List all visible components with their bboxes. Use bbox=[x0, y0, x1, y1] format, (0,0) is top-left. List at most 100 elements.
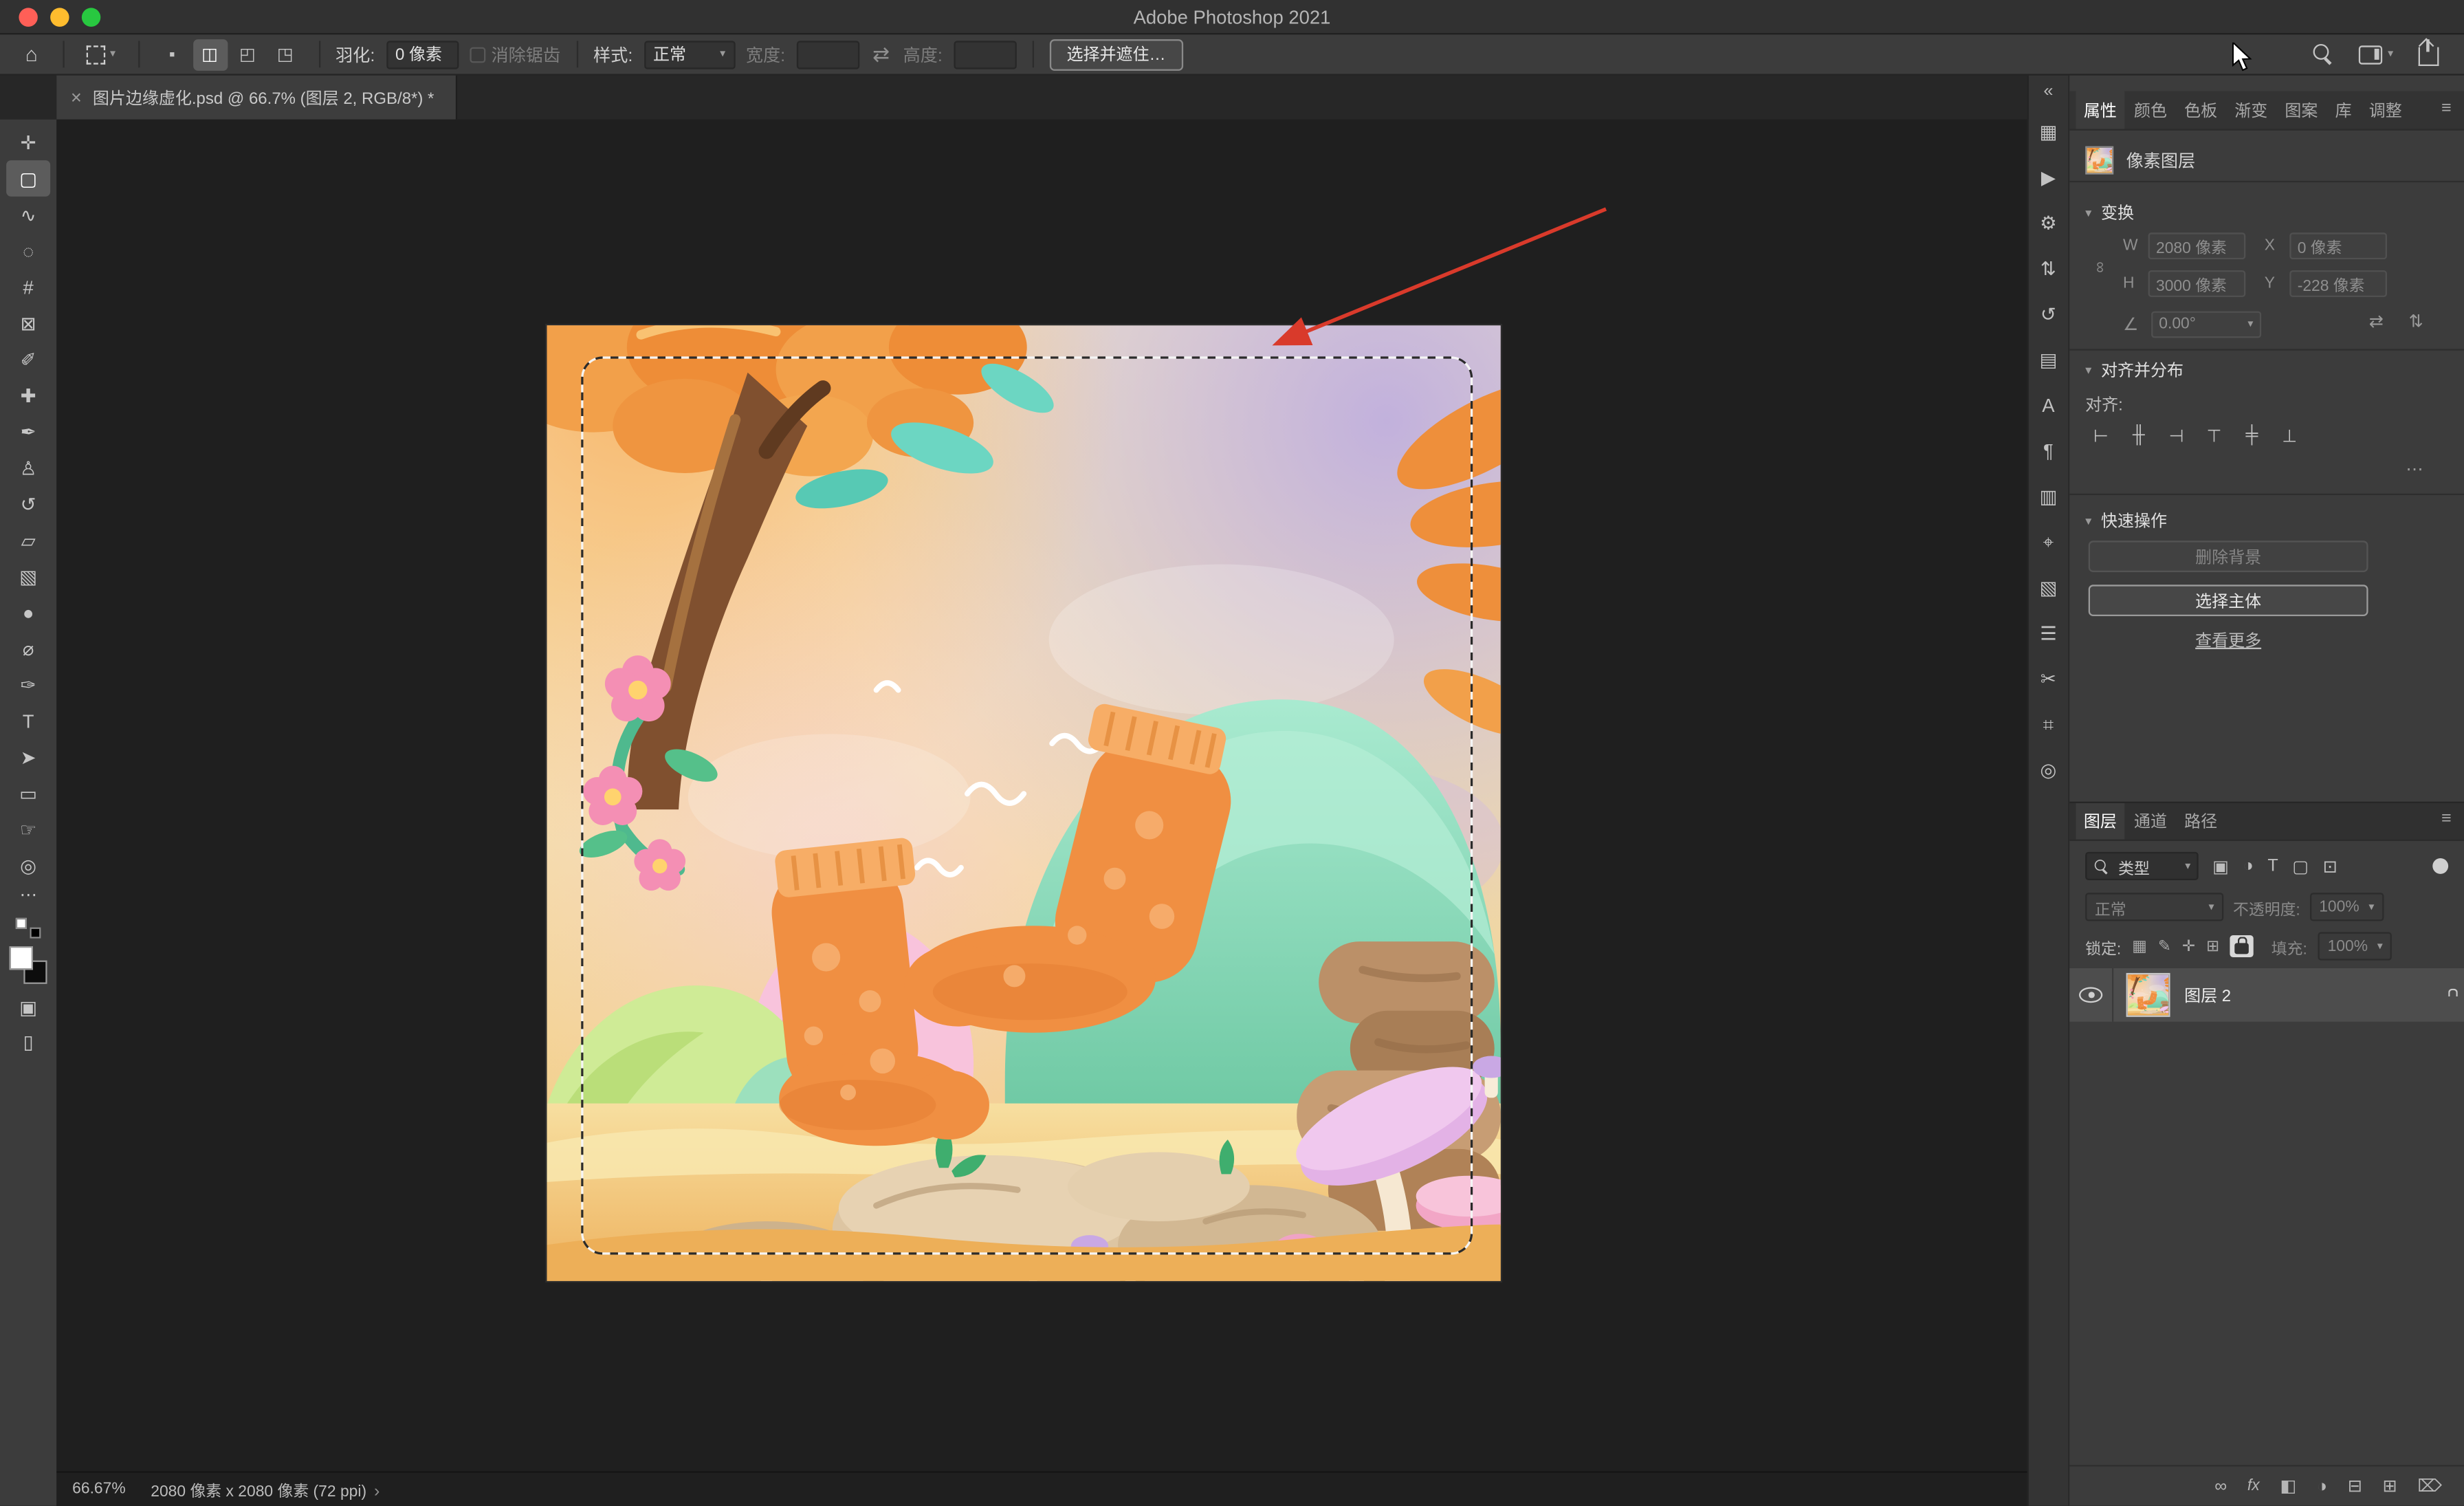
tab-color[interactable]: 颜色 bbox=[2126, 91, 2175, 129]
gradient-tool[interactable]: ▧ bbox=[6, 558, 50, 594]
status-chevron-icon[interactable]: › bbox=[374, 1482, 380, 1500]
style-select[interactable]: 正常 ▾ bbox=[644, 40, 735, 68]
filter-type-select[interactable]: 类型 ▾ bbox=[2085, 852, 2199, 880]
link-layers-icon[interactable]: ∞ bbox=[2214, 1476, 2227, 1495]
foreground-color-swatch[interactable] bbox=[10, 946, 33, 970]
character-panel-icon[interactable]: A bbox=[2031, 389, 2065, 423]
edit-toolbar-icon[interactable]: ⋯ bbox=[20, 885, 37, 910]
dodge-tool[interactable]: ⌀ bbox=[6, 631, 50, 667]
layers-panel-menu-icon[interactable]: ≡ bbox=[2441, 809, 2454, 828]
tab-swatches[interactable]: 色板 bbox=[2177, 91, 2225, 129]
screen-mode-icon[interactable]: ▯ bbox=[6, 1025, 50, 1059]
antialias-checkbox[interactable] bbox=[469, 46, 485, 62]
libraries-panel-icon[interactable]: ◎ bbox=[2031, 753, 2065, 787]
adjustments-panel-icon[interactable]: ⚙ bbox=[2031, 206, 2065, 240]
path-selection-tool[interactable]: ➤ bbox=[6, 739, 50, 775]
lock-artboard-icon[interactable]: ⊞ bbox=[2206, 937, 2219, 954]
tab-channels[interactable]: 通道 bbox=[2126, 803, 2175, 840]
search-icon[interactable] bbox=[2314, 44, 2335, 65]
workspace-switcher[interactable]: ▾ bbox=[2360, 45, 2393, 63]
zoom-level[interactable]: 66.67% bbox=[72, 1481, 126, 1498]
object-selection-tool[interactable]: ◌ bbox=[6, 232, 50, 269]
eyedropper-tool[interactable]: ✐ bbox=[6, 341, 50, 378]
layer-row[interactable]: 图层 2 bbox=[2069, 968, 2464, 1022]
layer-mask-icon[interactable]: ◧ bbox=[2280, 1476, 2296, 1496]
zoom-tool[interactable]: ◎ bbox=[6, 847, 50, 884]
add-selection-mode-button[interactable]: ◫ bbox=[192, 39, 227, 70]
opacity-field[interactable]: 100% ▾ bbox=[2309, 893, 2384, 921]
fill-field[interactable]: 100% ▾ bbox=[2318, 932, 2392, 960]
lock-transparency-icon[interactable]: ▦ bbox=[2132, 937, 2147, 954]
align-left-icon[interactable]: ⊢ bbox=[2085, 422, 2117, 450]
filter-type-icon[interactable]: T bbox=[2267, 856, 2278, 877]
select-and-mask-button[interactable]: 选择并遮住… bbox=[1049, 39, 1182, 70]
hand-tool[interactable]: ☞ bbox=[6, 811, 50, 847]
filter-toggle-icon[interactable] bbox=[2432, 858, 2448, 874]
layer-name[interactable]: 图层 2 bbox=[2184, 983, 2231, 1007]
timeline-panel-icon[interactable]: ⇅ bbox=[2031, 252, 2065, 286]
height-input[interactable] bbox=[954, 40, 1016, 68]
filter-adjustment-icon[interactable]: ◑ bbox=[2243, 856, 2254, 877]
remove-background-button[interactable]: 删除背景 bbox=[2089, 541, 2368, 572]
share-icon[interactable] bbox=[2419, 47, 2439, 66]
delete-layer-icon[interactable]: ⌦ bbox=[2417, 1476, 2442, 1496]
adjustment-layer-icon[interactable]: ◑ bbox=[2317, 1476, 2327, 1495]
lock-move-icon[interactable]: ✛ bbox=[2182, 937, 2195, 954]
lock-all-button[interactable] bbox=[2230, 935, 2254, 957]
filter-pixel-icon[interactable]: ▣ bbox=[2212, 856, 2229, 877]
blur-tool[interactable]: ● bbox=[6, 594, 50, 631]
panel-menu-icon[interactable]: ≡ bbox=[2441, 99, 2454, 118]
select-subject-button[interactable]: 选择主体 bbox=[2089, 585, 2368, 616]
align-top-icon[interactable]: ⊤ bbox=[2199, 422, 2230, 450]
info-panel-icon[interactable]: ▧ bbox=[2031, 571, 2065, 605]
zoom-window-button[interactable] bbox=[82, 8, 100, 26]
healing-brush-tool[interactable]: ✚ bbox=[6, 378, 50, 414]
rotation-field[interactable]: 0.00° ▾ bbox=[2151, 312, 2261, 338]
transform-section-header[interactable]: ▾ 变换 bbox=[2085, 201, 2134, 225]
y-value-field[interactable]: -228 像素 bbox=[2289, 270, 2387, 297]
tab-gradients[interactable]: 渐变 bbox=[2227, 91, 2276, 129]
document-image[interactable] bbox=[547, 325, 1500, 1281]
actions-panel-icon[interactable]: ▶ bbox=[2031, 160, 2065, 195]
document-tab[interactable]: × 图片边缘虚化.psd @ 66.7% (图层 2, RGB/8*) * bbox=[56, 76, 457, 120]
new-layer-icon[interactable]: ⊞ bbox=[2383, 1476, 2397, 1496]
paragraph-panel-icon[interactable]: ¶ bbox=[2031, 434, 2065, 468]
measure-log-panel-icon[interactable]: ⌗ bbox=[2031, 708, 2065, 742]
antialias-control[interactable]: 消除锯齿 bbox=[469, 42, 560, 67]
clone-source-panel-icon[interactable]: ▥ bbox=[2031, 479, 2065, 514]
rectangle-tool[interactable]: ▭ bbox=[6, 775, 50, 811]
navigator-panel-icon[interactable]: ⌖ bbox=[2031, 525, 2065, 559]
current-tool-dropdown[interactable]: ▾ bbox=[80, 42, 122, 67]
see-more-link[interactable]: 查看更多 bbox=[2069, 629, 2387, 652]
crop-tool[interactable]: # bbox=[6, 269, 50, 305]
layer-thumbnail[interactable] bbox=[2126, 973, 2170, 1017]
minimize-window-button[interactable] bbox=[50, 8, 69, 26]
layer-effects-icon[interactable]: fx bbox=[2247, 1478, 2260, 1495]
color-panel-icon[interactable]: ▦ bbox=[2031, 115, 2065, 149]
blend-mode-select[interactable]: 正常 ▾ bbox=[2085, 893, 2223, 921]
width-value-field[interactable]: 2080 像素 bbox=[2148, 232, 2246, 259]
lock-paint-icon[interactable]: ✎ bbox=[2158, 937, 2171, 954]
clone-stamp-tool[interactable]: ♙ bbox=[6, 450, 50, 486]
tab-libraries[interactable]: 库 bbox=[2327, 91, 2360, 129]
tab-patterns[interactable]: 图案 bbox=[2277, 91, 2326, 129]
tab-properties[interactable]: 属性 bbox=[2076, 91, 2124, 129]
filter-smart-object-icon[interactable]: ⊡ bbox=[2323, 856, 2338, 877]
new-selection-mode-button[interactable]: ▪ bbox=[155, 39, 189, 70]
width-input[interactable] bbox=[796, 40, 859, 68]
align-section-header[interactable]: ▾ 对齐并分布 bbox=[2085, 358, 2184, 382]
pen-tool[interactable]: ✑ bbox=[6, 666, 50, 703]
home-icon[interactable]: ⌂ bbox=[16, 43, 47, 66]
close-tab-icon[interactable]: × bbox=[71, 87, 82, 109]
tab-layers[interactable]: 图层 bbox=[2076, 803, 2124, 840]
rectangular-marquee-tool[interactable]: ▢ bbox=[6, 160, 50, 197]
brush-tool[interactable]: ✒ bbox=[6, 413, 50, 450]
move-tool[interactable]: ✛ bbox=[6, 124, 50, 161]
swap-dimensions-icon[interactable]: ⇄ bbox=[870, 42, 892, 67]
tab-paths[interactable]: 路径 bbox=[2177, 803, 2225, 840]
history-brush-tool[interactable]: ↺ bbox=[6, 485, 50, 522]
x-value-field[interactable]: 0 像素 bbox=[2289, 232, 2387, 259]
feather-input[interactable]: 0 像素 bbox=[386, 40, 458, 68]
frame-tool[interactable]: ⊠ bbox=[6, 305, 50, 341]
history-panel-icon[interactable]: ↺ bbox=[2031, 297, 2065, 331]
